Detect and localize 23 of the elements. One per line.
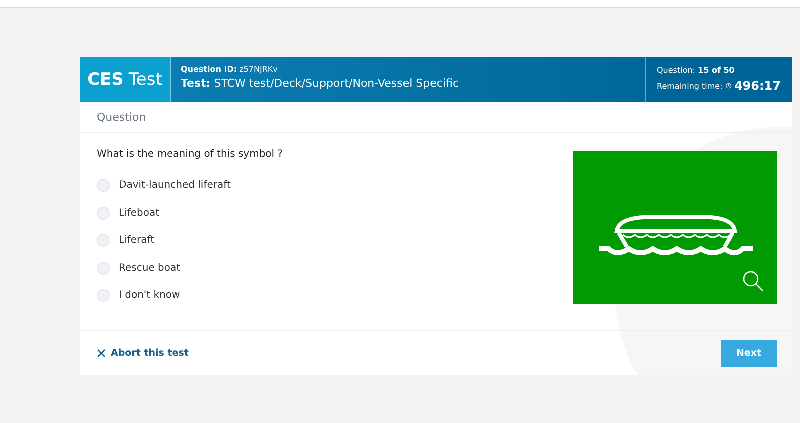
answer-option[interactable]: Davit-launched liferaft	[119, 180, 231, 192]
radio-button[interactable]	[97, 179, 110, 192]
question-progress-label: Question:	[657, 66, 696, 75]
question-id: Question ID: z57NJRKv	[181, 65, 279, 74]
remaining-time-label: Remaining time:	[657, 82, 723, 90]
radio-button[interactable]	[97, 234, 110, 248]
test-path: Test: STCW test/Deck/Support/Non-Vessel Specific	[181, 77, 460, 90]
radio-button[interactable]	[97, 262, 110, 275]
answer-option[interactable]: Rescue boat	[119, 262, 181, 274]
close-icon	[97, 348, 106, 358]
remaining-time: 496:17	[734, 79, 781, 93]
abort-test-link[interactable]: Abort this test	[97, 348, 189, 358]
answer-option[interactable]: Lifeboat	[119, 208, 160, 219]
ces-test-logo: CES Test	[80, 57, 171, 102]
answer-option[interactable]: I don't know	[119, 290, 180, 302]
radio-button[interactable]	[97, 289, 110, 302]
zoom-icon[interactable]	[742, 270, 764, 292]
radio-button[interactable]	[97, 206, 110, 220]
question-text: What is the meaning of this symbol ?	[97, 149, 284, 160]
clock-icon	[726, 82, 732, 90]
question-progress-count: 15 of 50	[698, 66, 735, 75]
section-title: Question	[80, 102, 792, 133]
answer-option[interactable]: Liferaft	[119, 235, 155, 246]
